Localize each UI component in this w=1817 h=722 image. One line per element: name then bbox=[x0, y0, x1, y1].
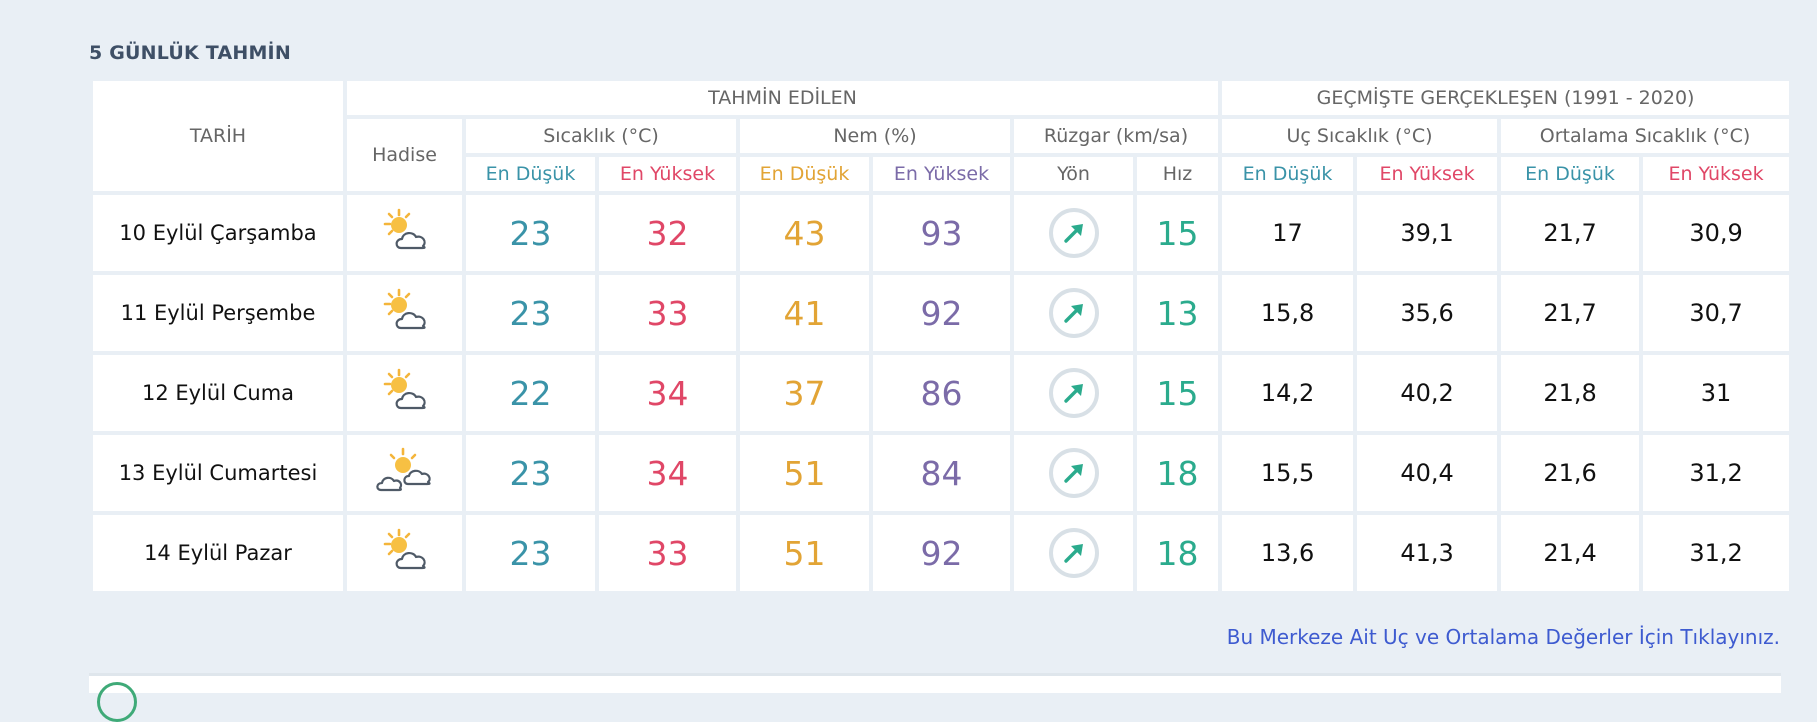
partly-cloudy-icon bbox=[375, 366, 435, 416]
northeast-arrow-icon bbox=[1048, 528, 1099, 578]
weather-cell bbox=[347, 515, 462, 591]
extreme-max: 40,4 bbox=[1357, 435, 1498, 511]
extreme-max: 41,3 bbox=[1357, 515, 1498, 591]
temp-min: 23 bbox=[466, 435, 595, 511]
humidity-max: 93 bbox=[873, 195, 1010, 271]
wind-speed: 18 bbox=[1137, 515, 1219, 591]
header-yon: Yön bbox=[1014, 157, 1133, 191]
northeast-arrow-icon bbox=[1048, 208, 1099, 258]
average-min: 21,4 bbox=[1501, 515, 1640, 591]
average-max: 31 bbox=[1643, 355, 1790, 431]
partly-cloudy-icon bbox=[375, 526, 435, 576]
header-uc-en-dusuk: En Düşük bbox=[1222, 157, 1354, 191]
table-row: 11 Eylül Perşembe 23 33 41 92 13 15,8 35… bbox=[93, 275, 1790, 351]
average-max: 30,9 bbox=[1643, 195, 1790, 271]
weather-cell bbox=[347, 435, 462, 511]
extreme-max: 35,6 bbox=[1357, 275, 1498, 351]
row-date: 14 Eylül Pazar bbox=[93, 515, 343, 591]
header-ortalama-en-yuksek: En Yüksek bbox=[1643, 157, 1790, 191]
temp-max: 32 bbox=[599, 195, 736, 271]
average-min: 21,7 bbox=[1501, 275, 1640, 351]
humidity-max: 84 bbox=[873, 435, 1010, 511]
header-hiz: Hız bbox=[1137, 157, 1219, 191]
temp-min: 23 bbox=[466, 515, 595, 591]
northeast-arrow-icon bbox=[1048, 368, 1099, 418]
northeast-arrow-icon bbox=[1048, 448, 1099, 498]
row-date: 13 Eylül Cumartesi bbox=[93, 435, 343, 511]
partly-cloudy-icon bbox=[375, 286, 435, 336]
table-row: 12 Eylül Cuma 22 34 37 86 15 14,2 40,2 2… bbox=[93, 355, 1790, 431]
humidity-min: 41 bbox=[740, 275, 869, 351]
humidity-max: 92 bbox=[873, 275, 1010, 351]
temp-max: 33 bbox=[599, 515, 736, 591]
wind-direction-cell bbox=[1014, 195, 1133, 271]
extreme-max: 39,1 bbox=[1357, 195, 1498, 271]
temp-min: 22 bbox=[466, 355, 595, 431]
average-max: 30,7 bbox=[1643, 275, 1790, 351]
section-title: 5 GÜNLÜK TAHMİN bbox=[89, 42, 291, 64]
header-uc-en-yuksek: En Yüksek bbox=[1357, 157, 1498, 191]
header-uc-sicaklik: Uç Sıcaklık (°C) bbox=[1222, 119, 1498, 153]
table-row: 13 Eylül Cumartesi 23 34 51 84 18 15,5 4… bbox=[93, 435, 1790, 511]
clock-icon bbox=[97, 682, 137, 722]
wind-direction-cell bbox=[1014, 435, 1133, 511]
header-ortalama-en-dusuk: En Düşük bbox=[1501, 157, 1640, 191]
humidity-min: 51 bbox=[740, 515, 869, 591]
temp-max: 33 bbox=[599, 275, 736, 351]
average-min: 21,6 bbox=[1501, 435, 1640, 511]
header-sicaklik-en-yuksek: En Yüksek bbox=[599, 157, 736, 191]
average-min: 21,7 bbox=[1501, 195, 1640, 271]
extreme-max: 40,2 bbox=[1357, 355, 1498, 431]
extreme-min: 15,5 bbox=[1222, 435, 1354, 511]
humidity-max: 92 bbox=[873, 515, 1010, 591]
header-sicaklik: Sıcaklık (°C) bbox=[466, 119, 736, 153]
temp-max: 34 bbox=[599, 435, 736, 511]
temp-min: 23 bbox=[466, 195, 595, 271]
wind-speed: 18 bbox=[1137, 435, 1219, 511]
wind-speed: 15 bbox=[1137, 355, 1219, 431]
temp-min: 23 bbox=[466, 275, 595, 351]
average-max: 31,2 bbox=[1643, 515, 1790, 591]
table-row: 14 Eylül Pazar 23 33 51 92 18 13,6 41,3 … bbox=[93, 515, 1790, 591]
header-nem-en-yuksek: En Yüksek bbox=[873, 157, 1010, 191]
wind-direction-cell bbox=[1014, 275, 1133, 351]
humidity-min: 37 bbox=[740, 355, 869, 431]
header-tahmin-edilen: TAHMİN EDİLEN bbox=[347, 81, 1219, 115]
wind-direction-cell bbox=[1014, 355, 1133, 431]
bottom-panel bbox=[89, 673, 1781, 722]
humidity-max: 86 bbox=[873, 355, 1010, 431]
header-nem: Nem (%) bbox=[740, 119, 1010, 153]
humidity-min: 43 bbox=[740, 195, 869, 271]
header-nem-en-dusuk: En Düşük bbox=[740, 157, 869, 191]
wind-direction-cell bbox=[1014, 515, 1133, 591]
header-gecmiste-gerceklesen: GEÇMİŞTE GERÇEKLEŞEN (1991 - 2020) bbox=[1222, 81, 1790, 115]
wind-speed: 15 bbox=[1137, 195, 1219, 271]
wind-speed: 13 bbox=[1137, 275, 1219, 351]
extreme-min: 14,2 bbox=[1222, 355, 1354, 431]
row-date: 12 Eylül Cuma bbox=[93, 355, 343, 431]
row-date: 10 Eylül Çarşamba bbox=[93, 195, 343, 271]
forecast-table: TARİH TAHMİN EDİLEN GEÇMİŞTE GERÇEKLEŞEN… bbox=[89, 77, 1793, 595]
average-max: 31,2 bbox=[1643, 435, 1790, 511]
northeast-arrow-icon bbox=[1048, 288, 1099, 338]
temp-max: 34 bbox=[599, 355, 736, 431]
header-tarih: TARİH bbox=[93, 81, 343, 191]
header-hadise: Hadise bbox=[347, 119, 462, 191]
extremes-averages-link[interactable]: Bu Merkeze Ait Uç ve Ortalama Değerler İ… bbox=[1227, 625, 1780, 649]
table-row: 10 Eylül Çarşamba 23 32 43 93 15 17 39,1… bbox=[93, 195, 1790, 271]
extreme-min: 13,6 bbox=[1222, 515, 1354, 591]
header-ruzgar: Rüzgar (km/sa) bbox=[1014, 119, 1219, 153]
extreme-min: 15,8 bbox=[1222, 275, 1354, 351]
partly-cloudy-icon bbox=[375, 206, 435, 256]
weather-cell bbox=[347, 195, 462, 271]
header-ortalama-sicaklik: Ortalama Sıcaklık (°C) bbox=[1501, 119, 1790, 153]
header-sicaklik-en-dusuk: En Düşük bbox=[466, 157, 595, 191]
extreme-min: 17 bbox=[1222, 195, 1354, 271]
average-min: 21,8 bbox=[1501, 355, 1640, 431]
weather-cell bbox=[347, 355, 462, 431]
mostly-cloudy-icon bbox=[375, 446, 435, 496]
weather-cell bbox=[347, 275, 462, 351]
humidity-min: 51 bbox=[740, 435, 869, 511]
row-date: 11 Eylül Perşembe bbox=[93, 275, 343, 351]
